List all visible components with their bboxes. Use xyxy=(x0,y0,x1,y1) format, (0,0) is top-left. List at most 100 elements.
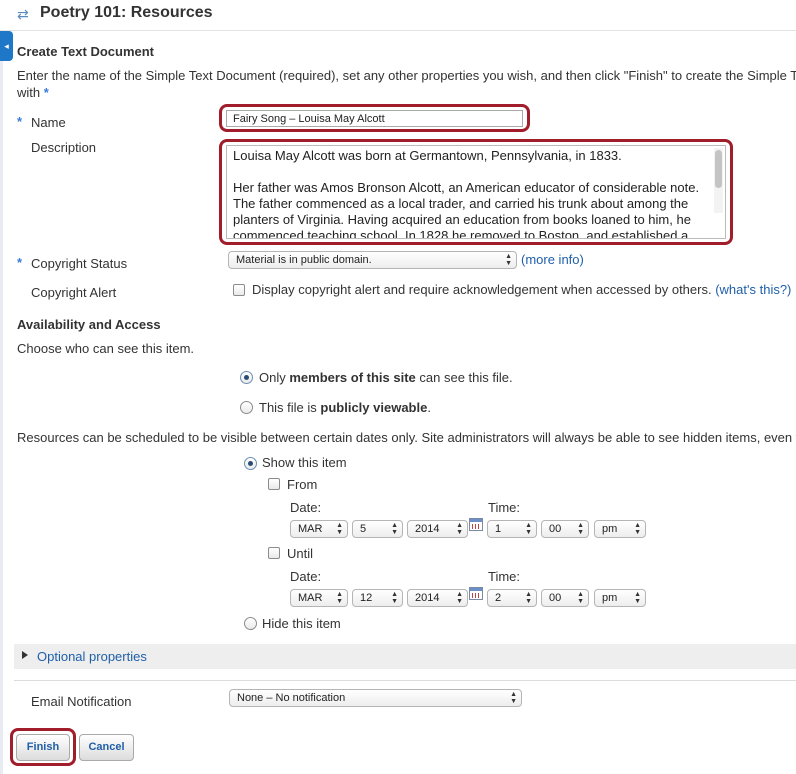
until-minute-select[interactable]: 00 ▲ ▼ xyxy=(541,589,589,607)
page-title: Poetry 101: Resources xyxy=(40,4,213,21)
select-arrows-icon: ▲ ▼ xyxy=(505,253,512,267)
from-label: From xyxy=(287,477,318,492)
select-arrows-icon: ▲ ▼ xyxy=(336,522,343,536)
from-year-select[interactable]: 2014 ▲ ▼ xyxy=(407,520,468,538)
select-arrows-icon: ▲ ▼ xyxy=(510,691,517,705)
public-bold: publicly viewable xyxy=(320,400,428,415)
until-calendar-icon[interactable] xyxy=(469,587,483,600)
select-arrows-icon: ▲ ▼ xyxy=(525,522,532,536)
from-day-value: 5 xyxy=(360,523,367,535)
until-year-value: 2014 xyxy=(415,592,440,604)
divider xyxy=(14,680,796,681)
select-arrows-icon: ▲ ▼ xyxy=(634,591,641,605)
name-label: Name xyxy=(31,115,66,130)
copyright-alert-label: Copyright Alert xyxy=(31,285,117,300)
until-year-select[interactable]: 2014 ▲ ▼ xyxy=(407,589,468,607)
public-label: This file is publicly viewable. xyxy=(259,400,431,415)
schedule-note: Resources can be scheduled to be visible… xyxy=(17,430,796,445)
description-paragraph-2: Her father was Amos Bronson Alcott, an A… xyxy=(233,180,700,239)
required-mark: * xyxy=(17,255,23,270)
until-minute-value: 00 xyxy=(549,592,562,604)
scrollbar-thumb[interactable] xyxy=(715,150,722,188)
public-radio[interactable] xyxy=(240,401,253,414)
instructions-text: Enter the name of the Simple Text Docume… xyxy=(17,68,796,83)
more-info-link[interactable]: (more info) xyxy=(521,252,584,267)
from-ampm-value: pm xyxy=(602,523,618,535)
availability-heading: Availability and Access xyxy=(17,317,161,332)
until-day-select[interactable]: 12 ▲ ▼ xyxy=(352,589,403,607)
expand-triangle-icon[interactable] xyxy=(22,651,28,659)
reset-arrows-icon[interactable]: ⇄ xyxy=(17,6,33,22)
required-mark: * xyxy=(43,85,49,100)
copyright-alert-text: Display copyright alert and require ackn… xyxy=(252,282,791,297)
members-bold: members of this site xyxy=(289,370,416,385)
description-label: Description xyxy=(31,140,97,155)
members-only-radio[interactable] xyxy=(240,371,253,384)
members-text-end: can see this file. xyxy=(415,370,513,385)
description-textarea[interactable]: Louisa May Alcott was born at Germantown… xyxy=(226,145,726,239)
select-arrows-icon: ▲ ▼ xyxy=(634,522,641,536)
from-time-label: Time: xyxy=(488,500,521,515)
until-time-label: Time: xyxy=(488,569,521,584)
copyright-alert-checkbox[interactable] xyxy=(233,284,245,296)
copyright-status-label: Copyright Status xyxy=(31,256,128,271)
select-arrows-icon: ▲ ▼ xyxy=(391,522,398,536)
show-item-label: Show this item xyxy=(262,455,347,470)
until-month-select[interactable]: MAR ▲ ▼ xyxy=(290,589,348,607)
from-checkbox[interactable] xyxy=(268,478,280,490)
finish-button[interactable]: Finish xyxy=(16,734,70,761)
from-year-value: 2014 xyxy=(415,523,440,535)
hide-item-label: Hide this item xyxy=(262,616,341,631)
email-notification-select[interactable]: None – No notification ▲ ▼ xyxy=(229,689,522,707)
public-text-end: . xyxy=(427,400,431,415)
select-arrows-icon: ▲ ▼ xyxy=(456,591,463,605)
until-day-value: 12 xyxy=(360,592,373,604)
select-arrows-icon: ▲ ▼ xyxy=(336,591,343,605)
from-day-select[interactable]: 5 ▲ ▼ xyxy=(352,520,403,538)
left-edge xyxy=(0,0,3,774)
hide-item-radio[interactable] xyxy=(244,617,257,630)
until-hour-value: 2 xyxy=(495,592,502,604)
form-heading: Create Text Document xyxy=(17,44,155,59)
show-item-radio[interactable] xyxy=(244,457,257,470)
email-notification-label: Email Notification xyxy=(31,694,132,709)
collapse-sidebar-tab[interactable]: ◂ xyxy=(0,31,13,61)
until-ampm-value: pm xyxy=(602,592,618,604)
select-arrows-icon: ▲ ▼ xyxy=(525,591,532,605)
instructions-text-2: with * xyxy=(17,85,49,100)
select-arrows-icon: ▲ ▼ xyxy=(456,522,463,536)
from-ampm-select[interactable]: pm ▲ ▼ xyxy=(594,520,646,538)
from-minute-select[interactable]: 00 ▲ ▼ xyxy=(541,520,589,538)
from-hour-value: 1 xyxy=(495,523,502,535)
select-arrows-icon: ▲ ▼ xyxy=(577,591,584,605)
from-hour-select[interactable]: 1 ▲ ▼ xyxy=(487,520,537,538)
email-notification-value: None – No notification xyxy=(237,692,346,704)
instructions-with: with xyxy=(17,85,41,100)
description-scrollbar[interactable] xyxy=(714,148,723,213)
select-arrows-icon: ▲ ▼ xyxy=(391,591,398,605)
from-calendar-icon[interactable] xyxy=(469,518,483,531)
until-date-label: Date: xyxy=(290,569,322,584)
from-month-select[interactable]: MAR ▲ ▼ xyxy=(290,520,348,538)
until-month-value: MAR xyxy=(298,592,323,604)
until-label: Until xyxy=(287,546,314,561)
optional-properties-link[interactable]: Optional properties xyxy=(37,649,147,664)
from-date-label: Date: xyxy=(290,500,322,515)
availability-subtext: Choose who can see this item. xyxy=(17,341,195,356)
whats-this-link[interactable]: (what's this?) xyxy=(715,282,791,297)
until-checkbox[interactable] xyxy=(268,547,280,559)
description-paragraph-1: Louisa May Alcott was born at Germantown… xyxy=(233,148,622,163)
required-mark: * xyxy=(17,114,23,129)
copyright-status-select[interactable]: Material is in public domain. ▲ ▼ xyxy=(228,251,517,269)
from-month-value: MAR xyxy=(298,523,323,535)
members-only-label: Only members of this site can see this f… xyxy=(259,370,513,385)
copyright-alert-description: Display copyright alert and require ackn… xyxy=(252,282,712,297)
cancel-button[interactable]: Cancel xyxy=(79,734,134,761)
copyright-status-value: Material is in public domain. xyxy=(236,254,372,266)
from-minute-value: 00 xyxy=(549,523,562,535)
public-text: This file is xyxy=(259,400,321,415)
until-hour-select[interactable]: 2 ▲ ▼ xyxy=(487,589,537,607)
name-input[interactable]: Fairy Song – Louisa May Alcott xyxy=(226,110,523,127)
until-ampm-select[interactable]: pm ▲ ▼ xyxy=(594,589,646,607)
members-text: Only xyxy=(259,370,290,385)
